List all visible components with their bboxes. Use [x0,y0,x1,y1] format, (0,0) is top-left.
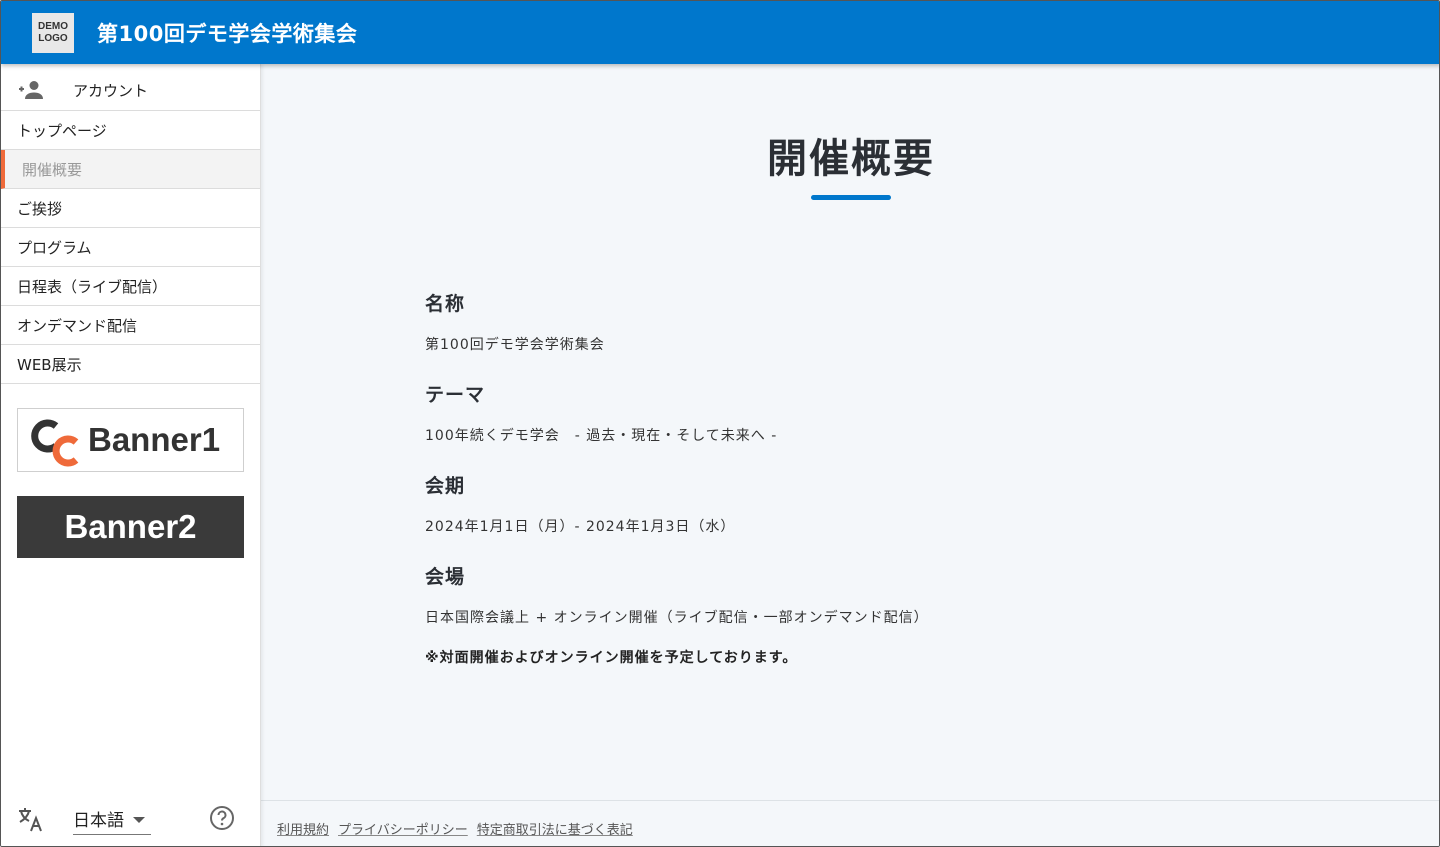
site-logo[interactable]: DEMO LOGO [32,12,74,53]
section-body-venue: 日本国際会議上 + オンライン開催（ライブ配信・一部オンデマンド配信） [425,610,929,626]
sidebar-item-program[interactable]: プログラム [1,228,260,267]
footer-link-privacy[interactable]: プライバシーポリシー [338,819,468,838]
sidebar-item-web-exhibition[interactable]: WEB展示 [1,345,260,384]
overview-sections: 名称 第100回デモ学会学術集会 テーマ 100年続くデモ学会 - 過去・現在・… [425,289,1225,667]
sidebar-item-top-page[interactable]: トップページ [1,111,260,150]
language-select[interactable]: 日本語 [73,803,151,835]
footer-link-commerce[interactable]: 特定商取引法に基づく表記 [477,819,633,838]
app-window: DEMO LOGO 第100回デモ学会学術集会 アカウント トップページ 開催概… [0,0,1440,847]
cc-logo-icon [31,419,79,467]
section-heading-name: 名称 [425,293,466,315]
section-heading-venue: 会場 [425,566,466,588]
banner-1-label: Banner1 [88,421,221,458]
site-title[interactable]: 第100回デモ学会学術集会 [97,18,357,48]
sidebar-item-schedule[interactable]: 日程表（ライブ配信） [1,267,260,306]
translate-icon[interactable] [17,805,45,833]
banner-1[interactable]: Banner1 [17,408,244,472]
sidebar-item-greeting[interactable]: ご挨拶 [1,189,260,228]
sidebar-item-on-demand[interactable]: オンデマンド配信 [1,306,260,345]
page-title: 開催概要 [767,136,935,182]
section-body-period: 2024年1月1日（月）- 2024年1月3日（水） [425,519,736,535]
page-footer: 利用規約 プライバシーポリシー 特定商取引法に基づく表記 [261,800,1439,846]
section-body-name: 第100回デモ学会学術集会 [425,337,605,353]
title-underline [811,195,891,200]
sidebar-footer: 日本語 [1,799,260,839]
logo-line-2: LOGO [38,32,68,44]
banner-2[interactable]: Banner2 [17,496,244,558]
account-label: アカウント [73,81,149,100]
section-body-theme: 100年続くデモ学会 - 過去・現在・そして未来へ - [425,428,778,444]
account-menu[interactable]: アカウント [1,64,260,111]
footer-links: 利用規約 プライバシーポリシー 特定商取引法に基づく表記 [277,819,633,838]
section-heading-theme: テーマ [425,384,486,406]
section-heading-period: 会期 [425,475,466,497]
top-app-bar: DEMO LOGO 第100回デモ学会学術集会 [1,1,1439,64]
footer-link-terms[interactable]: 利用規約 [277,819,329,838]
main-content: 開催概要 名称 第100回デモ学会学術集会 テーマ 100年続くデモ学会 - 過… [261,64,1439,800]
language-value: 日本語 [73,811,124,831]
banner-2-label: Banner2 [64,508,197,545]
sidebar-item-overview[interactable]: 開催概要 [1,150,260,189]
logo-line-1: DEMO [38,20,68,32]
help-circle-icon[interactable] [209,805,235,831]
sidebar: アカウント トップページ 開催概要 ご挨拶 プログラム 日程表（ライブ配信） オ… [1,64,261,846]
person-add-icon [19,81,43,99]
chevron-down-icon [133,816,145,823]
venue-note: ※対面開催およびオンライン開催を予定しております。 [425,650,798,666]
